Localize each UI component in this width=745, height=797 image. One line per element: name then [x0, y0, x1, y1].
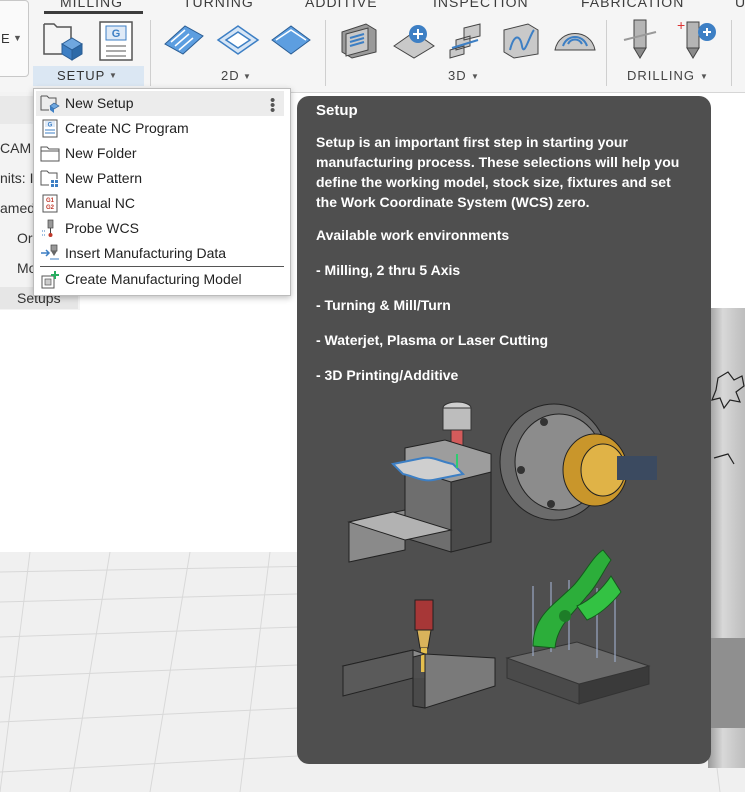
- tab-utilities[interactable]: U: [735, 0, 745, 10]
- tooltip-environment-item: - Turning & Mill/Turn: [316, 297, 451, 313]
- tab-inspection[interactable]: INSPECTION: [433, 0, 529, 10]
- menu-item-create-nc-program[interactable]: G Create NC Program: [34, 116, 290, 141]
- chevron-down-icon: ▼: [700, 72, 708, 81]
- divider: [150, 20, 151, 86]
- 3d-adaptive-icon[interactable]: [338, 20, 378, 60]
- setup-group-button[interactable]: SETUP ▼: [33, 66, 144, 86]
- manufacturing-model-icon: [40, 270, 60, 289]
- additive-illustration: [503, 546, 653, 712]
- menu-item-label: Create Manufacturing Model: [65, 271, 242, 287]
- tooltip-description: Setup is an important first step in star…: [316, 134, 680, 210]
- workpiece-model[interactable]: [708, 308, 745, 768]
- menu-item-new-setup[interactable]: New Setup • • •: [34, 91, 290, 118]
- menu-item-label: New Folder: [65, 145, 137, 161]
- 2d-group-label[interactable]: 2D: [221, 68, 240, 83]
- cutting-illustration: [341, 596, 501, 716]
- chevron-down-icon: ▼: [471, 72, 479, 81]
- menu-item-label: New Setup: [65, 95, 134, 111]
- setup-tooltip: Setup Setup is an important first step i…: [297, 96, 711, 764]
- browser-row-origin[interactable]: Or: [17, 230, 33, 246]
- manual-nc-icon: G1 G2: [40, 194, 60, 213]
- more-options-icon[interactable]: • • •: [270, 93, 275, 118]
- workspace-label: E: [1, 31, 10, 46]
- svg-text:G: G: [48, 123, 53, 129]
- divider: [325, 20, 326, 86]
- chevron-down-icon: ▼: [243, 72, 251, 81]
- menu-item-manual-nc[interactable]: G1 G2 Manual NC: [34, 191, 290, 216]
- setup-dropdown-menu: New Setup • • • G Create NC Program New Fo…: [33, 88, 291, 296]
- toolbar-ribbon: E ▼ MILLING TURNING ADDITIVE INSPECTION …: [0, 0, 745, 93]
- menu-item-label: New Pattern: [65, 170, 143, 186]
- workspace-switcher[interactable]: E ▼: [0, 0, 29, 77]
- active-tab-indicator: [44, 11, 143, 14]
- pattern-icon: [40, 169, 60, 188]
- nc-program-tool-icon[interactable]: G: [98, 20, 138, 61]
- tab-turning[interactable]: TURNING: [183, 0, 254, 10]
- 3d-scallop-icon[interactable]: [553, 20, 596, 60]
- browser-row-units[interactable]: nits: I: [0, 170, 33, 186]
- tooltip-environment-item: - Waterjet, Plasma or Laser Cutting: [316, 332, 549, 348]
- tooltip-title: Setup: [316, 102, 358, 119]
- 2d-adaptive-icon[interactable]: [163, 22, 204, 62]
- svg-text:G1: G1: [46, 198, 55, 204]
- 3d-steep-shallow-icon[interactable]: [446, 20, 486, 60]
- menu-item-create-manufacturing-model[interactable]: Create Manufacturing Model: [34, 267, 290, 292]
- tab-additive[interactable]: ADDITIVE: [305, 0, 378, 10]
- hole-recognition-icon[interactable]: +: [675, 17, 716, 59]
- menu-item-label: Insert Manufacturing Data: [65, 245, 227, 261]
- 3d-group-label[interactable]: 3D: [448, 68, 467, 83]
- menu-item-insert-manufacturing-data[interactable]: Insert Manufacturing Data: [34, 241, 290, 266]
- browser-row-named[interactable]: amed: [0, 200, 35, 216]
- tooltip-environment-item: - Milling, 2 thru 5 Axis: [316, 262, 461, 278]
- chevron-down-icon: ▼: [109, 71, 117, 80]
- drill-icon[interactable]: [620, 18, 660, 59]
- svg-text:+: +: [677, 18, 685, 33]
- turning-illustration: [499, 400, 659, 524]
- insert-data-icon: [40, 244, 60, 263]
- svg-text:G2: G2: [46, 205, 55, 211]
- menu-item-label: Manual NC: [65, 195, 136, 211]
- new-setup-tool-icon[interactable]: [42, 20, 83, 61]
- svg-text:G: G: [112, 28, 121, 40]
- 2d-pocket-icon[interactable]: [216, 22, 260, 62]
- drilling-group-label[interactable]: DRILLING: [627, 68, 695, 83]
- tooltip-environments-heading: Available work environments: [316, 227, 510, 243]
- menu-item-label: Create NC Program: [65, 120, 189, 136]
- 3d-pocket-icon[interactable]: [392, 20, 435, 60]
- menu-item-new-pattern[interactable]: New Pattern: [34, 166, 290, 191]
- folder-icon: [40, 144, 60, 163]
- probe-icon: [40, 219, 60, 238]
- 3d-contour-icon[interactable]: [500, 20, 540, 60]
- chevron-down-icon: ▼: [13, 33, 22, 43]
- menu-item-new-folder[interactable]: New Folder: [34, 141, 290, 166]
- setup-group-label: SETUP: [57, 68, 106, 83]
- milling-illustration: [345, 396, 495, 576]
- menu-item-probe-wcs[interactable]: Probe WCS: [34, 216, 290, 241]
- tab-milling[interactable]: MILLING: [60, 0, 123, 10]
- tab-fabrication[interactable]: FABRICATION: [581, 0, 684, 10]
- divider: [731, 20, 732, 86]
- menu-item-label: Probe WCS: [65, 220, 139, 236]
- divider: [606, 20, 607, 86]
- tooltip-environment-item: - 3D Printing/Additive: [316, 367, 459, 383]
- new-setup-icon: [40, 94, 60, 113]
- nc-program-icon: G: [40, 119, 60, 138]
- 2d-face-icon[interactable]: [270, 22, 311, 62]
